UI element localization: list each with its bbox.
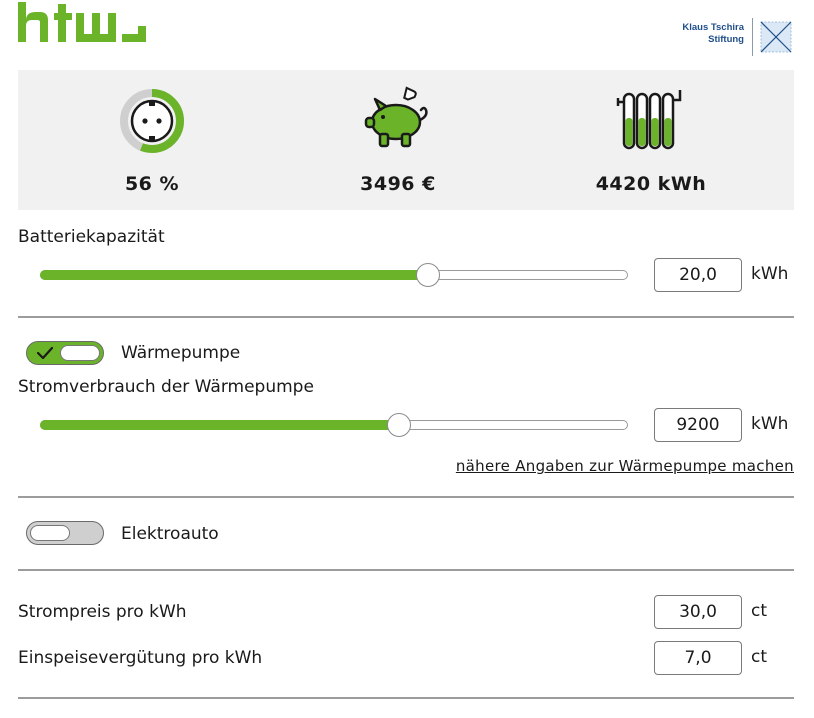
electric-car-label: Elektroauto bbox=[121, 524, 219, 544]
checkmark-icon bbox=[36, 346, 54, 360]
autarky-value: 56 % bbox=[124, 173, 180, 195]
heat-pump-slider[interactable] bbox=[40, 413, 628, 437]
feed-in-tariff-label: Einspeisevergütung pro kWh bbox=[18, 648, 263, 668]
section-divider bbox=[18, 569, 794, 571]
heating-value: 4420 kWh bbox=[595, 173, 707, 195]
klaus-tschira-logo: Klaus Tschira Stiftung bbox=[672, 18, 796, 58]
htw-logo bbox=[18, 2, 146, 42]
power-socket-icon bbox=[120, 89, 184, 153]
electricity-price-input[interactable] bbox=[654, 595, 742, 629]
battery-slider[interactable] bbox=[40, 263, 628, 287]
heat-pump-label: Wärmepumpe bbox=[121, 343, 241, 363]
heat-pump-details-link[interactable]: nähere Angaben zur Wärmepumpe machen bbox=[456, 457, 794, 475]
slider-fill bbox=[40, 270, 429, 280]
battery-unit: kWh bbox=[751, 264, 789, 284]
slider-thumb[interactable] bbox=[386, 413, 411, 437]
battery-capacity-input[interactable] bbox=[654, 258, 742, 292]
electricity-price-unit: ct bbox=[751, 601, 768, 621]
autarky-stat: 56 % bbox=[32, 70, 272, 210]
slider-thumb[interactable] bbox=[416, 263, 441, 287]
feed-in-tariff-input[interactable] bbox=[654, 641, 742, 675]
heat-pump-toggle[interactable] bbox=[26, 341, 104, 365]
slider-fill bbox=[40, 420, 399, 430]
electric-car-toggle[interactable] bbox=[26, 521, 104, 545]
savings-value: 3496 € bbox=[360, 173, 436, 195]
savings-stat: 3496 € bbox=[278, 70, 518, 210]
heating-stat: 4420 kWh bbox=[531, 70, 771, 210]
radiator-icon bbox=[616, 90, 682, 150]
kts-emblem-icon bbox=[760, 21, 792, 53]
results-summary: 56 % 3496 € 4420 kWh bbox=[18, 70, 794, 210]
logo-divider bbox=[752, 18, 753, 56]
piggy-bank-icon bbox=[364, 86, 428, 148]
partner-logo-line2: Stiftung bbox=[708, 34, 744, 45]
electricity-price-label: Strompreis pro kWh bbox=[18, 602, 187, 622]
battery-label: Batteriekapazität bbox=[18, 227, 165, 247]
partner-logo-line1: Klaus Tschira bbox=[682, 22, 744, 33]
section-divider bbox=[18, 697, 794, 699]
section-divider bbox=[18, 496, 794, 498]
toggle-knob bbox=[60, 345, 100, 361]
heat-pump-consumption-input[interactable] bbox=[654, 408, 742, 442]
feed-in-tariff-unit: ct bbox=[751, 647, 768, 667]
heat-pump-unit: kWh bbox=[751, 414, 789, 434]
section-divider bbox=[18, 316, 794, 318]
toggle-knob bbox=[30, 525, 70, 541]
heat-pump-consumption-label: Stromverbrauch der Wärmepumpe bbox=[18, 377, 314, 397]
